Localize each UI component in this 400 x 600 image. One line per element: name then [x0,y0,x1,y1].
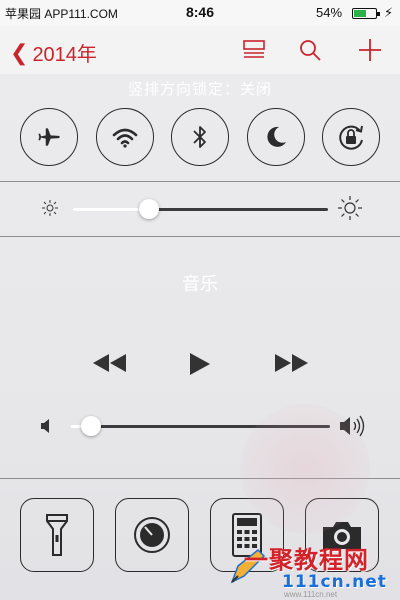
watermark-url: www.111cn.net [284,590,338,599]
back-label: 2014年 [32,44,97,66]
wifi-icon [112,128,138,148]
battery-percent: 54% [316,5,343,20]
back-button[interactable]: ❮ 2014年 [10,38,97,67]
watermark-title: 一聚教程网 [244,546,369,574]
airplane-icon [38,128,60,146]
watermark: 一聚教程网 111cn.net www.111cn.net [228,540,398,599]
airplane-mode-toggle[interactable] [20,108,78,166]
moon-icon [267,126,286,147]
brightness-slider-fill [72,208,149,211]
volume-slider[interactable] [70,425,330,428]
brightness-high-icon [338,196,362,220]
volume-slider-thumb[interactable] [80,416,101,436]
wifi-toggle[interactable] [96,108,154,166]
divider [0,478,400,479]
divider [0,181,400,182]
orientation-lock-message: 竖排方向锁定：关闭 [127,81,272,98]
volume-high-icon [340,415,365,437]
bluetooth-icon [193,126,206,148]
volume-low-icon [41,419,49,433]
brightness-slider[interactable] [72,208,328,211]
brightness-low-icon [42,200,58,216]
app-nav-bar: ❮ 2014年 [0,26,400,74]
play-button[interactable] [188,352,212,376]
flashlight-icon [46,514,68,556]
flashlight-button[interactable] [20,498,94,572]
timer-button[interactable] [115,498,189,572]
charging-icon: ⚡ [384,5,394,20]
fast-forward-button[interactable] [273,352,309,374]
list-view-icon[interactable] [242,38,266,62]
divider [0,236,400,237]
watermark-site: 111cn.net [282,572,387,592]
do-not-disturb-toggle[interactable] [247,108,305,166]
battery-icon [352,8,380,19]
timer-icon [134,517,170,553]
brightness-slider-thumb[interactable] [138,199,159,219]
control-center: 竖排方向锁定：关闭 音乐 [0,74,400,600]
chevron-left-icon: ❮ [10,39,29,65]
search-icon[interactable] [298,38,322,62]
status-bar: 苹果园 APP111.COM 8:46 54% ⚡ [0,0,400,26]
add-icon[interactable] [358,38,382,62]
rotation-lock-icon [339,125,363,150]
rewind-button[interactable] [92,352,128,374]
rotation-lock-toggle[interactable] [322,108,380,166]
bluetooth-toggle[interactable] [171,108,229,166]
music-title: 音乐 [182,274,218,294]
